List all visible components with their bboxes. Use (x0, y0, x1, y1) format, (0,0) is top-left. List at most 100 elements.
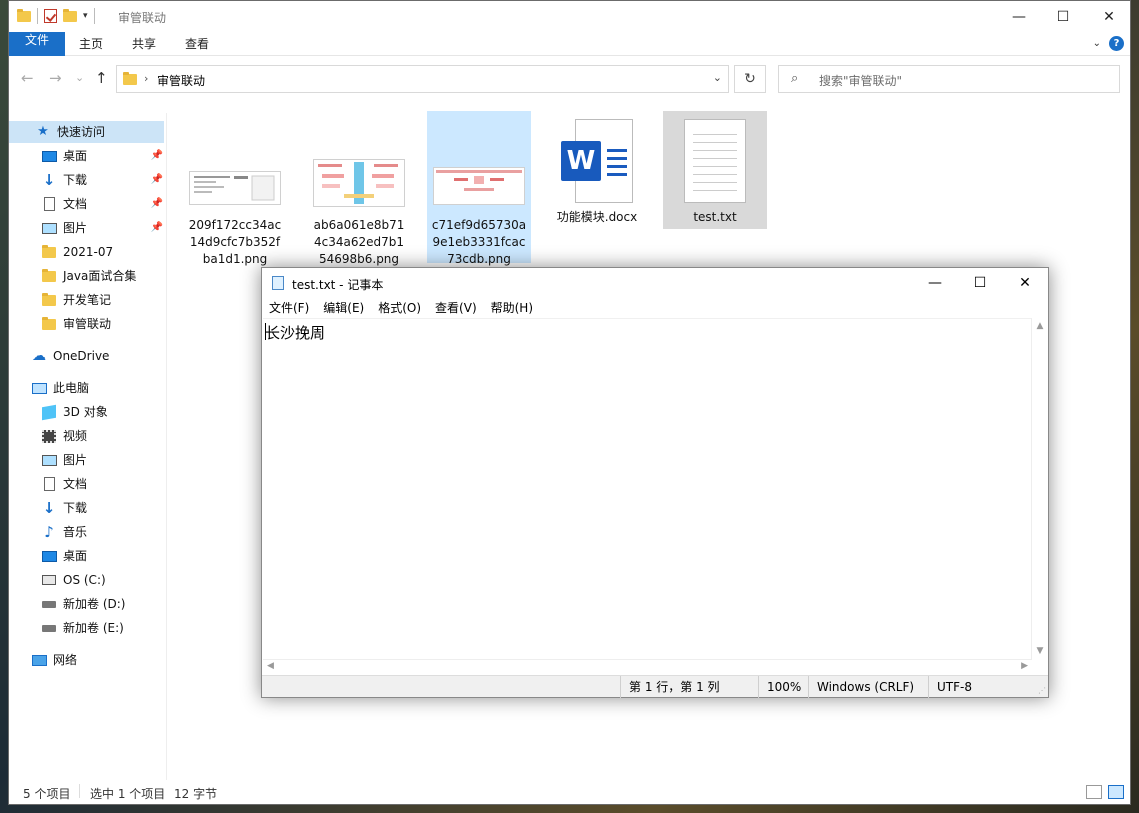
notepad-icon (272, 276, 284, 290)
sidebar-item-label: 视频 (63, 429, 88, 443)
sidebar-item-3d-objects[interactable]: 3D 对象 (41, 401, 108, 423)
menu-help[interactable]: 帮助(H) (484, 298, 540, 318)
image-thumbnail-icon (318, 162, 398, 204)
encoding: UTF-8 (928, 676, 1028, 698)
horizontal-scrollbar[interactable]: ◀ ▶ (263, 659, 1032, 675)
sidebar-item-label: 此电脑 (53, 381, 90, 395)
breadcrumb[interactable]: 审管联动 (157, 72, 205, 89)
ribbon-tabs: 文件 主页 共享 查看 ⌄ ? (9, 32, 1130, 56)
back-button[interactable]: ← (21, 69, 34, 87)
properties-icon[interactable] (44, 9, 57, 23)
recent-locations-button[interactable]: ⌄ (75, 71, 84, 84)
sidebar-item-this-pc[interactable]: 此电脑 (31, 377, 89, 399)
vertical-scrollbar[interactable]: ▲ ▼ (1031, 318, 1047, 659)
tab-file[interactable]: 文件 (9, 32, 65, 56)
search-placeholder: 搜索"审管联动" (819, 74, 903, 88)
3d-objects-icon (42, 404, 56, 420)
notepad-text-area[interactable]: 长沙挽周 (263, 318, 1032, 659)
forward-button[interactable]: → (49, 69, 62, 87)
sidebar-item-label: 下载 (63, 173, 88, 187)
tab-share[interactable]: 共享 (118, 32, 170, 56)
cloud-icon: ☁ (32, 348, 46, 364)
details-view-icon[interactable] (1086, 785, 1102, 799)
sidebar-item-2021-07[interactable]: 2021-07 (41, 241, 113, 263)
navigation-bar: ← → ⌄ ↑ › 审管联动 ⌄ ↻ ⌕ 搜索"审管联动" (9, 57, 1130, 99)
up-button[interactable]: ↑ (95, 69, 108, 87)
expand-ribbon-icon[interactable]: ⌄ (1093, 38, 1101, 49)
sidebar-item-downloads-pc[interactable]: ↓ 下载 (41, 497, 87, 519)
sidebar-item-label: OS (C:) (63, 573, 106, 587)
breadcrumb-chevron-icon[interactable]: › (144, 72, 148, 85)
minimize-button[interactable]: — (912, 268, 958, 298)
sidebar-item-quick-access[interactable]: ★ 快速访问 (9, 121, 164, 143)
pin-icon: 📌 (150, 198, 163, 209)
resize-grip-icon[interactable]: ⋰ (1038, 686, 1046, 695)
pictures-icon (41, 222, 57, 234)
image-thumbnail (189, 171, 281, 205)
folder-icon (42, 316, 56, 330)
chevron-down-icon[interactable]: ⌄ (713, 71, 722, 84)
music-icon: ♪ (44, 523, 54, 541)
customize-toolbar-icon[interactable]: ▾ (83, 11, 88, 21)
notepad-status-bar: 第 1 行，第 1 列 100% Windows (CRLF) UTF-8 ⋰ (262, 675, 1048, 698)
scroll-left-icon[interactable]: ◀ (267, 661, 274, 671)
sidebar-item-documents[interactable]: 文档 📌 (41, 193, 163, 215)
sidebar-item-network[interactable]: 网络 (31, 649, 77, 671)
minimize-button[interactable]: — (996, 1, 1042, 32)
document-icon (43, 477, 55, 491)
tab-view[interactable]: 查看 (171, 32, 223, 56)
sidebar-item-music[interactable]: ♪ 音乐 (41, 521, 87, 543)
sidebar-item-label: 新加卷 (D:) (63, 597, 126, 611)
file-name: ab6a061e8b714c34a62ed7b154698b6.png (313, 218, 405, 266)
sidebar-item-desktop[interactable]: 桌面 📌 (41, 145, 163, 167)
notepad-window: test.txt - 记事本 — ☐ ✕ 文件(F) 编辑(E) 格式(O) 查… (261, 267, 1049, 698)
sidebar-item-label: 3D 对象 (63, 405, 108, 419)
close-button[interactable]: ✕ (1002, 268, 1048, 298)
sidebar-item-pictures[interactable]: 图片 📌 (41, 217, 163, 239)
pin-icon: 📌 (150, 150, 163, 161)
maximize-button[interactable]: ☐ (1040, 1, 1086, 32)
file-item-selected[interactable]: c71ef9d65730a9e1eb3331fcac73cdb.png (427, 111, 531, 266)
file-item-hovered[interactable]: test.txt (663, 111, 767, 229)
file-item[interactable]: 209f172cc34ac14d9cfc7b352fba1d1.png (183, 111, 287, 266)
menu-edit[interactable]: 编辑(E) (316, 298, 371, 318)
file-name: 功能模块.docx (556, 210, 638, 224)
network-icon (31, 654, 47, 666)
sidebar-item-documents-pc[interactable]: 文档 (41, 473, 87, 495)
sidebar-item-drive-e[interactable]: 新加卷 (E:) (41, 617, 124, 639)
file-name: test.txt (693, 210, 737, 224)
close-button[interactable]: ✕ (1086, 1, 1132, 32)
sidebar-item-label: 图片 (63, 453, 88, 467)
refresh-button[interactable]: ↻ (734, 65, 766, 93)
sidebar-item-shenguan[interactable]: 审管联动 (41, 313, 111, 335)
scroll-right-icon[interactable]: ▶ (1021, 661, 1028, 671)
sidebar-item-label: 图片 (63, 221, 88, 235)
sidebar-item-downloads[interactable]: ↓ 下载 📌 (41, 169, 163, 191)
address-bar[interactable]: › 审管联动 ⌄ (116, 65, 729, 93)
menu-file[interactable]: 文件(F) (262, 298, 316, 318)
scroll-up-icon[interactable]: ▲ (1032, 321, 1048, 331)
sidebar-item-drive-d[interactable]: 新加卷 (D:) (41, 593, 125, 615)
file-item[interactable]: ab6a061e8b714c34a62ed7b154698b6.png (307, 111, 411, 266)
help-icon[interactable]: ? (1109, 36, 1124, 51)
file-item[interactable]: W 功能模块.docx (545, 111, 649, 229)
selection-size: 12 字节 (174, 787, 218, 801)
menu-view[interactable]: 查看(V) (428, 298, 484, 318)
sidebar-item-videos[interactable]: 视频 (41, 425, 87, 447)
notepad-titlebar: test.txt - 记事本 — ☐ ✕ (262, 268, 1048, 298)
sidebar-item-drive-c[interactable]: OS (C:) (41, 569, 106, 591)
maximize-button[interactable]: ☐ (957, 268, 1003, 298)
sidebar-item-pictures-pc[interactable]: 图片 (41, 449, 87, 471)
scroll-down-icon[interactable]: ▼ (1032, 646, 1048, 656)
search-input[interactable]: ⌕ 搜索"审管联动" (778, 65, 1120, 93)
new-folder-icon[interactable] (63, 8, 77, 22)
menu-format[interactable]: 格式(O) (371, 298, 428, 318)
sidebar-item-dev-notes[interactable]: 开发笔记 (41, 289, 111, 311)
sidebar-item-onedrive[interactable]: ☁ OneDrive (31, 345, 109, 367)
tab-home[interactable]: 主页 (65, 32, 117, 56)
computer-icon (31, 382, 47, 394)
sidebar-item-desktop-pc[interactable]: 桌面 (41, 545, 87, 567)
sidebar-item-java-interview[interactable]: Java面试合集 (41, 265, 136, 287)
large-icons-view-icon[interactable] (1108, 785, 1124, 799)
star-icon: ★ (37, 124, 49, 139)
